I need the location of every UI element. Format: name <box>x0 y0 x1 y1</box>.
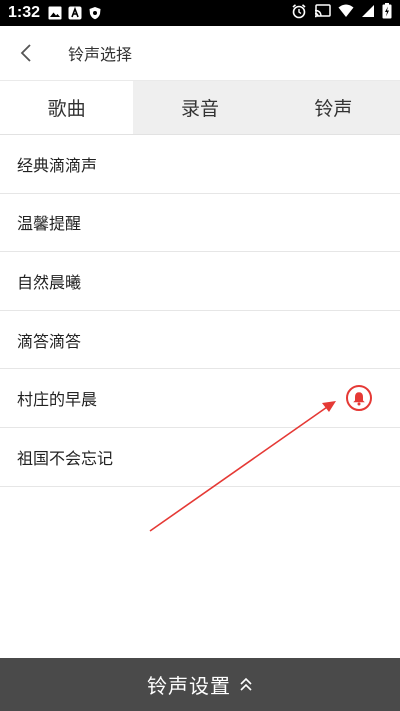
signal-icon <box>361 4 375 23</box>
tab-songs[interactable]: 歌曲 <box>0 81 134 134</box>
list-item-label: 自然晨曦 <box>17 272 82 292</box>
status-bar: 1:32 <box>0 0 400 26</box>
list-item-label: 村庄的早晨 <box>17 390 98 410</box>
list-item-label: 祖国不会忘记 <box>17 448 114 468</box>
list-item-label: 经典滴滴声 <box>17 155 98 175</box>
shield-icon <box>88 6 102 20</box>
list-item[interactable]: 祖国不会忘记 <box>0 428 400 487</box>
page-title: 铃声选择 <box>68 45 133 64</box>
status-time: 1:32 <box>8 4 41 21</box>
alarm-icon <box>291 3 307 24</box>
list-item-label: 温馨提醒 <box>17 214 82 234</box>
battery-icon <box>382 2 392 24</box>
list-item[interactable]: 经典滴滴声 <box>0 135 400 194</box>
list-item[interactable]: 温馨提醒 <box>0 194 400 253</box>
tab-ringtones[interactable]: 铃声 <box>267 81 400 134</box>
list-item-selected[interactable]: 村庄的早晨 <box>0 369 400 428</box>
wifi-icon <box>338 4 354 23</box>
chevron-left-icon <box>20 44 31 62</box>
back-button[interactable] <box>4 26 48 80</box>
list-item[interactable]: 自然晨曦 <box>0 252 400 311</box>
ringtone-settings-bar[interactable]: 铃声设置 <box>0 658 400 711</box>
ringtone-settings-label: 铃声设置 <box>147 674 231 698</box>
app-header: 铃声选择 <box>0 26 400 80</box>
bell-icon <box>353 391 365 406</box>
song-list: 经典滴滴声 温馨提醒 自然晨曦 滴答滴答 村庄的早晨 祖国不会忘记 <box>0 135 400 487</box>
gallery-icon <box>48 6 62 20</box>
list-item[interactable]: 滴答滴答 <box>0 311 400 370</box>
tab-bar: 歌曲 录音 铃声 <box>0 80 400 135</box>
cast-icon <box>314 3 331 23</box>
tab-recordings[interactable]: 录音 <box>133 81 266 134</box>
selected-bell-button[interactable] <box>346 385 372 412</box>
double-chevron-up-icon <box>239 676 253 694</box>
list-item-label: 滴答滴答 <box>17 331 82 351</box>
app-a-icon <box>68 6 82 20</box>
